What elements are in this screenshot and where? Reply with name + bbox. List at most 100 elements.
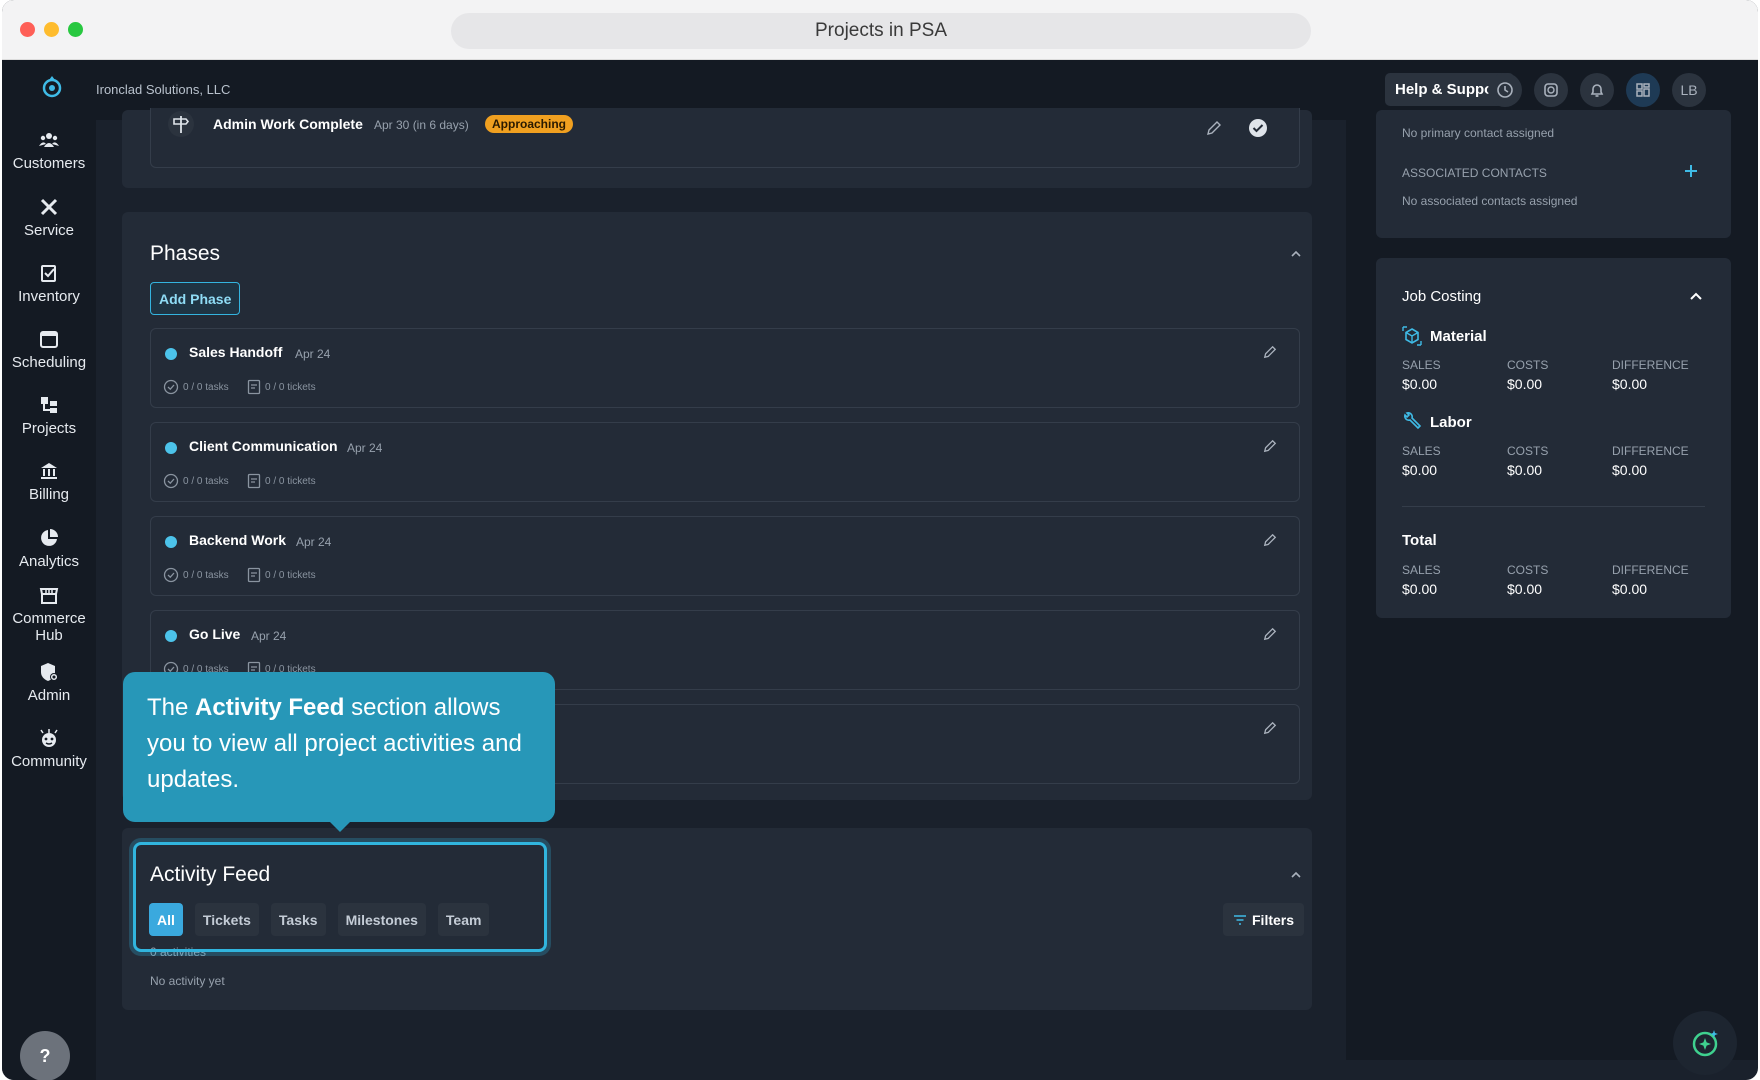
- bell-icon[interactable]: [1580, 73, 1614, 107]
- add-phase-button[interactable]: Add Phase: [150, 282, 241, 315]
- analytics-icon: [41, 529, 58, 546]
- close-window-button[interactable]: [20, 22, 35, 37]
- phase-status-dot: [165, 630, 177, 642]
- associated-contacts-label: ASSOCIATED CONTACTS: [1402, 166, 1547, 180]
- projects-icon: [41, 397, 57, 413]
- status-badge: Approaching: [485, 115, 573, 133]
- phase-name: Go Live: [189, 626, 241, 642]
- milestone-row[interactable]: Admin Work Complete Apr 30 (in 6 days) A…: [150, 108, 1300, 168]
- sidebar-item-analytics[interactable]: Analytics: [2, 527, 96, 570]
- right-panel: No primary contact assigned ASSOCIATED C…: [1346, 110, 1758, 1060]
- phase-tickets: 0 / 0 tickets: [247, 379, 316, 395]
- timer-icon[interactable]: [1534, 73, 1568, 107]
- sidebar-item-billing[interactable]: Billing: [2, 460, 96, 503]
- contacts-card: No primary contact assigned ASSOCIATED C…: [1376, 110, 1731, 238]
- admin-icon: [41, 663, 58, 681]
- phase-tasks: 0 / 0 tasks: [163, 379, 229, 395]
- sidebar-item-scheduling[interactable]: Scheduling: [2, 328, 96, 371]
- sidebar-label: Projects: [21, 420, 77, 437]
- material-cube-icon: [1402, 326, 1422, 346]
- edit-icon[interactable]: [1206, 120, 1222, 136]
- labor-heading: Labor: [1402, 412, 1472, 432]
- collapse-activity-chevron-icon[interactable]: [1290, 869, 1302, 881]
- sidebar-item-admin[interactable]: Admin: [2, 661, 96, 704]
- phase-name: Client Communication: [189, 438, 338, 454]
- filter-icon: [1234, 914, 1246, 925]
- total-sales-value: $0.00: [1402, 581, 1438, 597]
- sidebar-item-service[interactable]: Service: [2, 196, 96, 239]
- labor-costs-value: $0.00: [1507, 462, 1543, 478]
- phase-date: Apr 24: [295, 347, 331, 361]
- phase-name: Sales Handoff: [189, 344, 283, 360]
- phase-status-dot: [165, 536, 177, 548]
- add-contact-plus-icon[interactable]: [1684, 164, 1698, 178]
- phase-item-client-communication[interactable]: Client Communication Apr 24 0 / 0 tasks …: [150, 422, 1300, 502]
- minimize-window-button[interactable]: [44, 22, 59, 37]
- phase-status-dot: [165, 442, 177, 454]
- dashboard-icon[interactable]: [1626, 73, 1660, 107]
- collapse-phases-chevron-icon[interactable]: [1290, 248, 1302, 260]
- edit-icon[interactable]: [1263, 533, 1277, 547]
- app-window: Projects in PSA Ironclad Solutions, LLC …: [2, 0, 1758, 1080]
- total-costs-value: $0.00: [1507, 581, 1543, 597]
- billing-icon: [41, 463, 57, 479]
- sidebar-label: Customers: [12, 155, 86, 172]
- filters-button[interactable]: Filters: [1223, 903, 1305, 936]
- help-button[interactable]: ?: [20, 1031, 70, 1080]
- window-title[interactable]: Projects in PSA: [451, 13, 1311, 49]
- app-logo-icon[interactable]: [40, 74, 64, 100]
- sidebar-label: Scheduling: [11, 354, 87, 371]
- material-difference-value: $0.00: [1612, 376, 1648, 392]
- edit-icon[interactable]: [1263, 439, 1277, 453]
- material-heading: Material: [1402, 326, 1487, 346]
- job-costing-card: Job Costing Material SALES COSTS DIFFERE…: [1376, 258, 1731, 618]
- milestone-date: Apr 30 (in 6 days): [374, 118, 469, 132]
- sidebar-label: Billing: [28, 486, 70, 503]
- sidebar-label: Service: [23, 222, 75, 239]
- phase-tickets: 0 / 0 tickets: [247, 473, 316, 489]
- material-costs-value: $0.00: [1507, 376, 1543, 392]
- ai-assistant-button[interactable]: [1673, 1011, 1737, 1075]
- maximize-window-button[interactable]: [68, 22, 83, 37]
- task-check-icon: [163, 473, 179, 489]
- collapse-job-costing-chevron-icon[interactable]: [1689, 291, 1703, 301]
- material-sales-value: $0.00: [1402, 376, 1438, 392]
- edit-icon[interactable]: [1263, 627, 1277, 641]
- edit-icon[interactable]: [1263, 721, 1277, 735]
- sidebar-item-projects[interactable]: Projects: [2, 394, 96, 437]
- total-costs-label: COSTS: [1507, 563, 1549, 577]
- inventory-icon: [41, 265, 56, 282]
- sidebar-item-inventory[interactable]: Inventory: [2, 262, 96, 305]
- labor-difference-value: $0.00: [1612, 462, 1648, 478]
- milestone-title: Admin Work Complete: [213, 116, 363, 132]
- signpost-icon: [168, 111, 194, 137]
- phase-tasks: 0 / 0 tasks: [163, 473, 229, 489]
- tour-highlight-frame: [133, 842, 547, 952]
- sidebar-item-community[interactable]: Community: [2, 727, 96, 770]
- sidebar-item-customers[interactable]: Customers: [2, 129, 96, 172]
- phase-date: Apr 24: [251, 629, 287, 643]
- phase-tasks: 0 / 0 tasks: [163, 567, 229, 583]
- history-icon[interactable]: [1488, 73, 1522, 107]
- ticket-icon: [247, 379, 261, 395]
- phase-item-sales-handoff[interactable]: Sales Handoff Apr 24 0 / 0 tasks 0 / 0 t…: [150, 328, 1300, 408]
- customers-icon: [39, 133, 59, 147]
- total-sales-label: SALES: [1402, 563, 1441, 577]
- tour-tooltip: The Activity Feed section allows you to …: [123, 672, 555, 832]
- ai-sparkle-icon: [1692, 1030, 1718, 1057]
- phase-item-backend-work[interactable]: Backend Work Apr 24 0 / 0 tasks 0 / 0 ti…: [150, 516, 1300, 596]
- sidebar-item-commerce-hub[interactable]: Commerce Hub: [2, 584, 96, 644]
- sidebar-label: Community: [11, 753, 87, 770]
- phase-date: Apr 24: [347, 441, 383, 455]
- total-difference-value: $0.00: [1612, 581, 1648, 597]
- tooltip-arrow: [330, 822, 350, 832]
- complete-check-icon[interactable]: [1248, 118, 1268, 138]
- sidebar: Customers Service Inventory Scheduling P…: [2, 120, 96, 1080]
- phase-tickets: 0 / 0 tickets: [247, 567, 316, 583]
- company-name: Ironclad Solutions, LLC: [96, 82, 231, 97]
- labor-wrench-icon: [1404, 412, 1422, 430]
- user-avatar[interactable]: LB: [1672, 73, 1706, 107]
- edit-icon[interactable]: [1263, 345, 1277, 359]
- commerce-hub-icon: [39, 588, 59, 604]
- phase-date: Apr 24: [296, 535, 332, 549]
